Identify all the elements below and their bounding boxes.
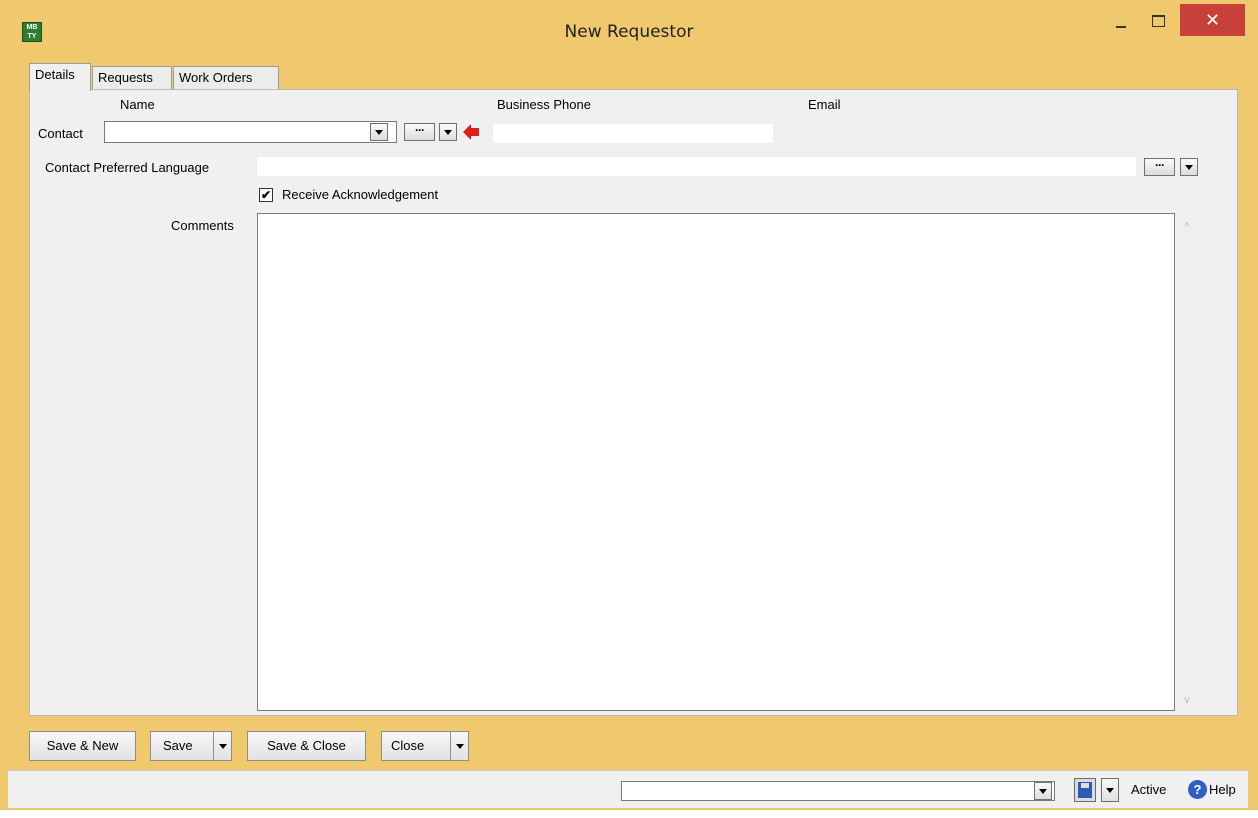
record-status-text: Active (1131, 782, 1167, 797)
maximize-button[interactable] (1142, 6, 1174, 36)
status-bar: Active ? Help (8, 770, 1248, 808)
save-label: Save (163, 738, 193, 753)
email-column-header: Email (808, 97, 841, 112)
receive-acknowledgement-label[interactable]: Receive Acknowledgement (282, 187, 438, 202)
save-dropdown-icon[interactable] (213, 732, 231, 760)
comments-label: Comments (171, 218, 234, 233)
checkmark-icon: ✔ (260, 188, 272, 202)
contact-dropdown-button[interactable] (370, 123, 388, 141)
receive-acknowledgement-checkbox[interactable]: ✔ (259, 188, 273, 202)
contact-options-dropdown-button[interactable] (439, 123, 457, 141)
comments-scroll-down-icon[interactable]: v (1180, 694, 1194, 708)
close-dropdown-icon[interactable] (450, 732, 468, 760)
save-and-new-label: Save & New (46, 738, 119, 753)
lookup-ellipsis-icon: ··· (1155, 158, 1165, 172)
business-phone-field[interactable] (493, 124, 773, 143)
lookup-ellipsis-icon: ··· (415, 123, 425, 137)
close-label: Close (391, 738, 425, 753)
preferred-language-label: Contact Preferred Language (45, 160, 210, 175)
save-floppy-icon[interactable] (1074, 778, 1096, 802)
help-link[interactable]: Help (1209, 782, 1236, 797)
name-column-header: Name (120, 97, 155, 112)
contact-label: Contact (38, 126, 83, 141)
tab-requests[interactable]: Requests (92, 66, 172, 90)
tab-details[interactable]: Details (29, 63, 91, 91)
save-button[interactable]: Save (150, 731, 232, 761)
save-and-new-button[interactable]: Save & New (29, 731, 136, 761)
contact-lookup-button[interactable]: ··· (404, 123, 435, 141)
contact-combobox[interactable] (104, 121, 397, 143)
language-dropdown-button[interactable] (1180, 158, 1198, 176)
close-window-button[interactable]: ✕ (1180, 4, 1245, 36)
requestor-window: MB TY New Requestor ✕ Details Requests Wo… (0, 0, 1258, 810)
business-phone-column-header: Business Phone (497, 97, 591, 112)
close-button[interactable]: Close (381, 731, 469, 761)
minimize-button[interactable] (1105, 6, 1137, 36)
comments-scroll-up-icon[interactable]: ^ (1180, 221, 1194, 235)
title-bar[interactable]: MB TY New Requestor ✕ (0, 0, 1258, 60)
red-left-arrow-icon (463, 124, 479, 140)
save-and-close-label: Save & Close (267, 738, 346, 753)
window-title: New Requestor (564, 22, 694, 42)
record-combobox[interactable] (621, 781, 1055, 801)
preferred-language-field[interactable] (257, 157, 1136, 176)
comments-textarea[interactable] (257, 213, 1175, 711)
close-icon: ✕ (1204, 10, 1221, 30)
tab-work-orders[interactable]: Work Orders (173, 66, 279, 90)
language-lookup-button[interactable]: ··· (1144, 158, 1175, 176)
help-icon[interactable]: ? (1188, 780, 1207, 799)
save-options-dropdown-button[interactable] (1101, 778, 1119, 802)
save-and-close-button[interactable]: Save & Close (247, 731, 366, 761)
record-dropdown-button[interactable] (1034, 782, 1052, 800)
